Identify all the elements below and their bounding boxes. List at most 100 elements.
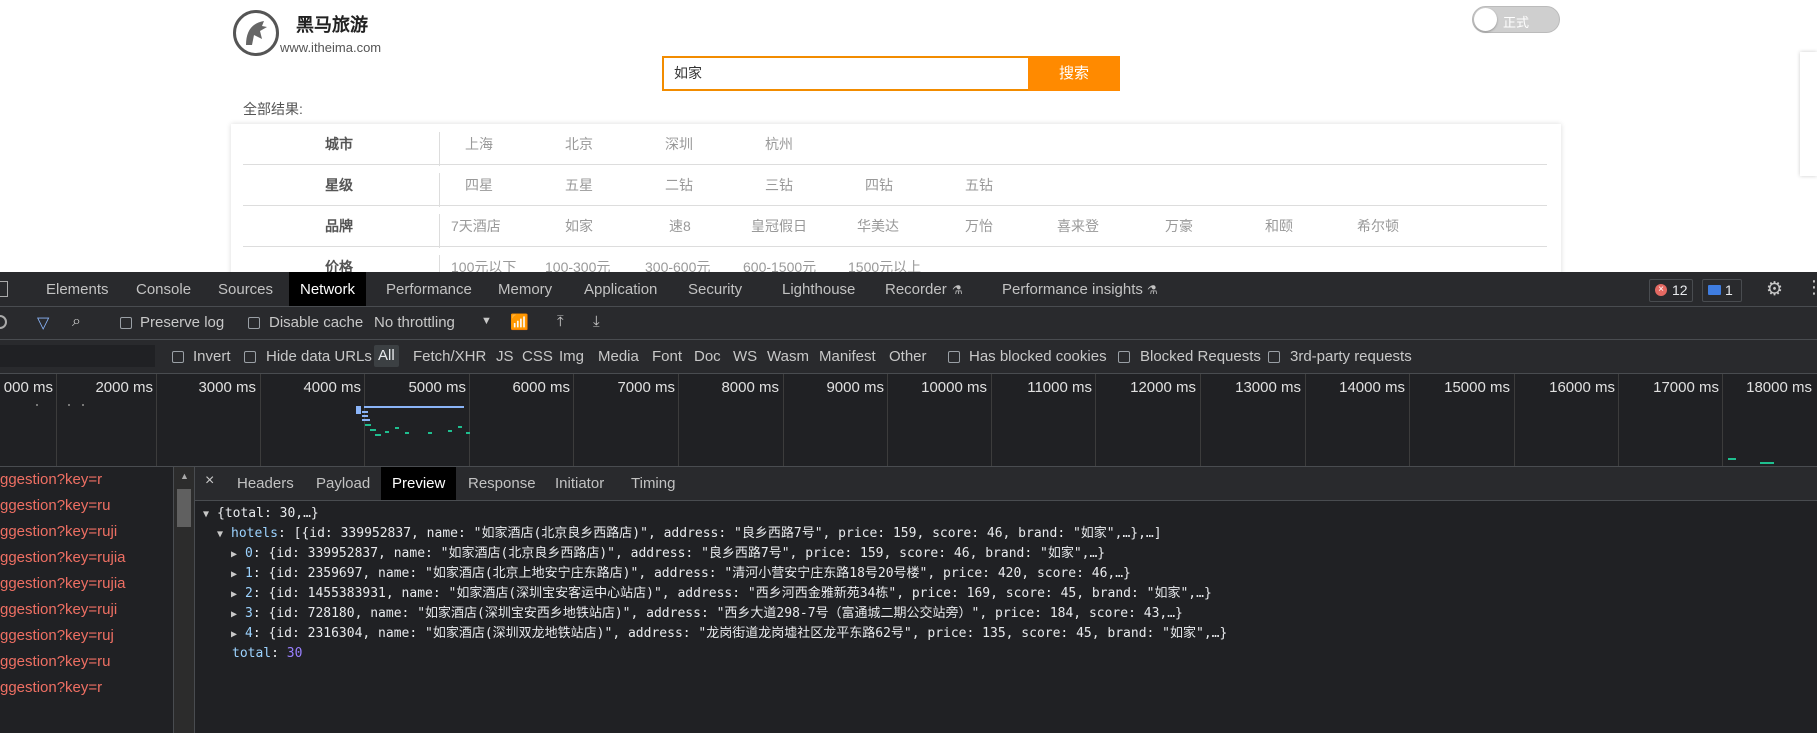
tab-recorder[interactable]: Recorder	[885, 272, 947, 306]
settings-gear-icon[interactable]: ⚙	[1766, 278, 1783, 301]
filter-option[interactable]: 万怡	[965, 206, 993, 246]
side-widget[interactable]	[1800, 52, 1817, 176]
type-filter-ws[interactable]: WS	[733, 348, 757, 365]
env-toggle[interactable]: 正式	[1472, 6, 1560, 33]
filter-option[interactable]: 希尔顿	[1357, 206, 1399, 246]
json-item-row[interactable]: ▶ 0: {id: 339952837, name: "如家酒店(北京良乡西路店)…	[231, 544, 1105, 564]
filter-option[interactable]: 100元以下	[451, 247, 516, 272]
json-item-row[interactable]: ▶ 3: {id: 728180, name: "如家酒店(深圳宝安西乡地铁站店)…	[231, 604, 1183, 624]
filter-input[interactable]	[0, 345, 155, 367]
filter-option[interactable]: 1500元以上	[848, 247, 921, 272]
filter-option[interactable]: 五钻	[965, 165, 993, 205]
filter-option[interactable]: 100-300元	[545, 247, 610, 272]
filter-option[interactable]: 二钻	[665, 165, 693, 205]
tab-console[interactable]: Console	[136, 272, 191, 306]
scrollbar-thumb[interactable]	[177, 489, 191, 527]
expand-triangle-icon[interactable]: ▼	[203, 505, 217, 525]
json-item-row[interactable]: ▶ 1: {id: 2359697, name: "如家酒店(北京上地安宁庄东路店…	[231, 564, 1131, 584]
type-filter-all[interactable]: All	[374, 345, 399, 367]
filter-option[interactable]: 如家	[565, 206, 593, 246]
type-filter-other[interactable]: Other	[889, 348, 927, 365]
filter-option[interactable]: 7天酒店	[451, 206, 501, 246]
tab-performance[interactable]: Performance	[386, 272, 472, 306]
type-filter-font[interactable]: Font	[652, 348, 682, 365]
preserve-log-checkbox[interactable]	[120, 317, 132, 329]
json-root-row[interactable]: ▼ {total: 30,…}	[203, 504, 319, 524]
type-filter-media[interactable]: Media	[598, 348, 639, 365]
tab-headers[interactable]: Headers	[237, 467, 294, 500]
filter-icon[interactable]: ▽	[37, 313, 49, 333]
filter-option[interactable]: 速8	[669, 206, 691, 246]
json-item-row[interactable]: ▶ 4: {id: 2316304, name: "如家酒店(深圳双龙地铁站店)"…	[231, 624, 1227, 644]
collapse-triangle-icon[interactable]: ▶	[231, 605, 245, 625]
tab-timing[interactable]: Timing	[631, 467, 675, 500]
filter-option[interactable]: 华美达	[857, 206, 899, 246]
request-row[interactable]: ggestion?key=ruj	[0, 623, 114, 649]
request-list-scrollbar[interactable]: ▲	[174, 467, 195, 733]
filter-option[interactable]: 四星	[465, 165, 493, 205]
import-har-icon[interactable]: ⤒	[557, 313, 564, 330]
tab-preview[interactable]: Preview	[381, 467, 457, 500]
clear-icon[interactable]	[0, 315, 7, 329]
filter-option[interactable]: 上海	[465, 124, 493, 164]
device-toolbar-icon[interactable]	[0, 281, 8, 297]
json-hotels-row[interactable]: ▼ hotels: [{id: 339952837, name: "如家酒店(北京…	[217, 524, 1162, 544]
request-row[interactable]: ggestion?key=r	[0, 467, 102, 493]
blocked-requests-checkbox[interactable]	[1118, 351, 1130, 363]
search-button[interactable]: 搜索	[1028, 56, 1120, 91]
filter-option[interactable]: 600-1500元	[743, 247, 816, 272]
network-conditions-icon[interactable]: 📶	[510, 313, 529, 331]
request-row[interactable]: ggestion?key=ruji	[0, 519, 117, 545]
collapse-triangle-icon[interactable]: ▶	[231, 545, 245, 565]
search-icon[interactable]: ⌕	[72, 313, 81, 331]
filter-option[interactable]: 喜来登	[1057, 206, 1099, 246]
invert-checkbox[interactable]	[172, 351, 184, 363]
tab-application[interactable]: Application	[584, 272, 657, 306]
collapse-triangle-icon[interactable]: ▶	[231, 585, 245, 605]
filter-option[interactable]: 五星	[565, 165, 593, 205]
filter-option[interactable]: 三钻	[765, 165, 793, 205]
close-icon[interactable]: ×	[205, 472, 214, 490]
chevron-down-icon[interactable]: ▼	[481, 315, 492, 327]
request-row[interactable]: ggestion?key=ruji	[0, 597, 117, 623]
tab-initiator[interactable]: Initiator	[555, 467, 604, 500]
network-overview-timeline[interactable]: 000 ms 2000 ms 3000 ms 4000 ms 5000 ms 6…	[0, 374, 1817, 467]
tab-security[interactable]: Security	[688, 272, 742, 306]
search-input[interactable]: 如家	[662, 56, 1028, 91]
tab-lighthouse[interactable]: Lighthouse	[782, 272, 855, 306]
type-filter-css[interactable]: CSS	[522, 348, 553, 365]
request-row[interactable]: ggestion?key=ru	[0, 649, 111, 675]
filter-option[interactable]: 和颐	[1265, 206, 1293, 246]
filter-option[interactable]: 杭州	[765, 124, 793, 164]
tab-response[interactable]: Response	[468, 467, 536, 500]
collapse-triangle-icon[interactable]: ▶	[231, 625, 245, 645]
has-blocked-cookies-checkbox[interactable]	[948, 351, 960, 363]
messages-badge[interactable]: 1	[1702, 279, 1742, 302]
request-row[interactable]: ggestion?key=rujia	[0, 545, 126, 571]
type-filter-js[interactable]: JS	[496, 348, 514, 365]
errors-badge[interactable]: × 12	[1649, 279, 1693, 302]
expand-triangle-icon[interactable]: ▼	[217, 525, 231, 545]
request-row[interactable]: ggestion?key=rujia	[0, 571, 126, 597]
tab-performance-insights[interactable]: Performance insights	[1002, 272, 1143, 306]
tab-payload[interactable]: Payload	[316, 467, 370, 500]
collapse-triangle-icon[interactable]: ▶	[231, 565, 245, 585]
third-party-checkbox[interactable]	[1268, 351, 1280, 363]
type-filter-img[interactable]: Img	[559, 348, 584, 365]
request-row[interactable]: ggestion?key=ru	[0, 493, 111, 519]
hide-data-urls-checkbox[interactable]	[244, 351, 256, 363]
type-filter-fetch-xhr[interactable]: Fetch/XHR	[413, 348, 486, 365]
disable-cache-checkbox[interactable]	[248, 317, 260, 329]
filter-option[interactable]: 四钻	[865, 165, 893, 205]
tab-sources[interactable]: Sources	[218, 272, 273, 306]
filter-option[interactable]: 深圳	[665, 124, 693, 164]
scroll-up-icon[interactable]: ▲	[180, 471, 189, 481]
tab-elements[interactable]: Elements	[46, 272, 109, 306]
tab-network[interactable]: Network	[289, 272, 367, 306]
throttling-select[interactable]: No throttling	[374, 314, 455, 331]
more-options-icon[interactable]: ⋮	[1805, 277, 1817, 298]
filter-option[interactable]: 皇冠假日	[751, 206, 807, 246]
tab-memory[interactable]: Memory	[498, 272, 552, 306]
type-filter-wasm[interactable]: Wasm	[767, 348, 809, 365]
type-filter-manifest[interactable]: Manifest	[819, 348, 876, 365]
